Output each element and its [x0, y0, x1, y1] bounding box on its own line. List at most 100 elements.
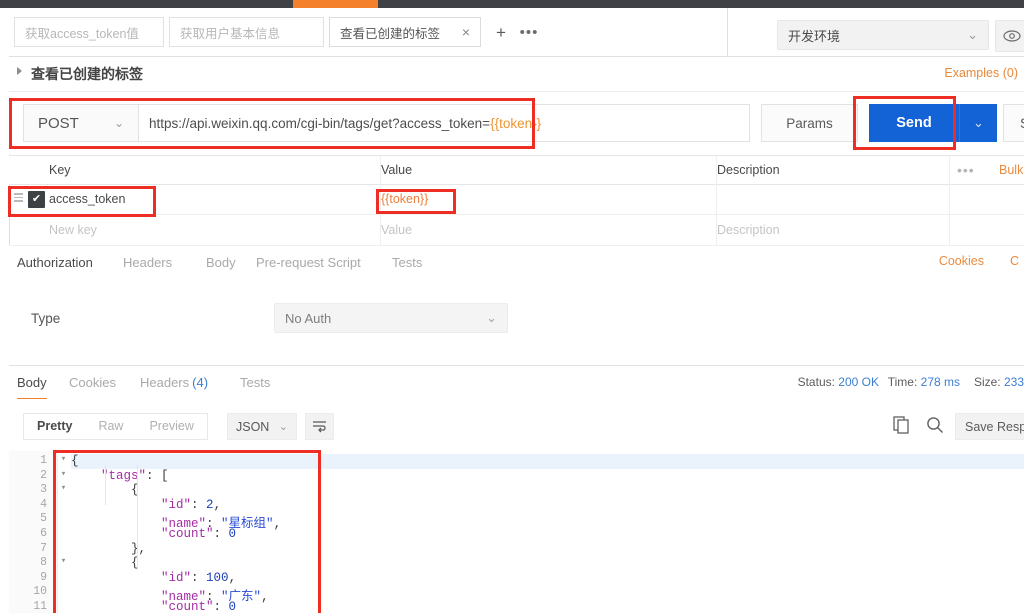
response-tab-cookies[interactable]: Cookies [69, 366, 116, 398]
search-button[interactable] [926, 416, 944, 437]
params-button[interactable]: Params [761, 104, 858, 142]
status-value: 200 OK [838, 375, 879, 389]
response-tab-tests-label: Tests [240, 374, 271, 390]
code-line: "count": 0 [161, 527, 237, 541]
copy-button[interactable] [893, 416, 910, 437]
save-response-button[interactable]: Save Respon [955, 413, 1024, 440]
line-number: 1 [40, 454, 47, 467]
row-checkbox[interactable]: ✔ [28, 191, 45, 208]
response-tab-headers[interactable]: Headers (4) [140, 366, 208, 398]
code-line: "id": 2, [161, 497, 222, 512]
response-body-code[interactable]: 1 2 3 4 5 6 7 8 9 10 11 ▾ ▾ ▾ ▾{ "tags": [ { "id": 2,… [9, 451, 1024, 613]
chevron-down-icon: ⌄ [486, 310, 497, 325]
response-body-toolbar: Pretty Raw Preview JSON ⌄ Save Res [9, 399, 1024, 451]
table-more-icon[interactable]: ••• [957, 162, 975, 178]
bulk-edit-link[interactable]: Bulk E [999, 163, 1024, 177]
tab-authorization[interactable]: Authorization [17, 246, 93, 280]
auth-type-label: Type [31, 311, 61, 326]
postman-window: 获取access_token值 获取用户基本信息 查看已创建的标签 × + ••… [0, 0, 1024, 613]
code-line: "id": 100, [161, 570, 237, 585]
response-tab-tests[interactable]: Tests [240, 366, 270, 398]
line-number: 3 [40, 483, 47, 497]
request-tab-2[interactable]: 查看已创建的标签 × [329, 17, 481, 47]
view-mode-pretty[interactable]: Pretty [24, 414, 85, 439]
response-tab-body[interactable]: Body [17, 366, 47, 400]
breadcrumb: 查看已创建的标签 Examples (0) [9, 57, 1024, 92]
column-header-value: Value [381, 163, 413, 177]
send-button[interactable]: Send [869, 104, 959, 142]
request-tab-1[interactable]: 获取用户基本信息 [169, 17, 324, 47]
request-tab-0-label: 获取access_token值 [25, 26, 139, 41]
request-section-tabs: Authorization Headers Body Pre-request S… [9, 246, 1024, 280]
word-wrap-icon [313, 421, 326, 433]
new-description-input[interactable]: Description [717, 223, 780, 237]
fold-arrow-icon[interactable]: ▾ [59, 454, 68, 464]
request-tab-bar: 获取access_token值 获取用户基本信息 查看已创建的标签 × + ••… [9, 8, 1024, 57]
param-key-value[interactable]: access_token [49, 192, 125, 206]
word-wrap-button[interactable] [305, 413, 334, 440]
close-icon[interactable]: × [454, 25, 470, 39]
status-badge: Status: 200 OK [798, 375, 879, 389]
examples-link[interactable]: Examples (0) [944, 66, 1018, 80]
request-url-row: POST ⌄ https://api.weixin.qq.com/cgi-bin… [9, 92, 1024, 154]
code-line: "name": "广东", [161, 590, 269, 605]
request-tab-0[interactable]: 获取access_token值 [14, 17, 164, 47]
size-label: Size: [973, 375, 1001, 389]
new-value-input[interactable]: Value [381, 223, 412, 237]
response-format-select[interactable]: JSON ⌄ [227, 413, 297, 440]
line-number-gutter: 1 2 3 4 5 6 7 8 9 10 11 [9, 451, 58, 613]
auth-type-select[interactable]: No Auth ⌄ [274, 303, 508, 333]
response-tab-cookies-label: Cookies [69, 374, 116, 390]
code-link[interactable]: C [1010, 254, 1019, 268]
status-label: Status: [797, 375, 835, 389]
more-options-icon[interactable]: ••• [515, 17, 543, 47]
table-row-new[interactable]: New key Value Description [9, 214, 1024, 246]
response-tab-headers-label: Headers [140, 374, 190, 390]
http-method-value: POST [38, 114, 79, 132]
add-tab-icon[interactable]: + [487, 17, 515, 49]
fold-arrow-icon[interactable]: ▾ [59, 483, 68, 493]
eye-icon [1003, 30, 1021, 42]
fold-arrow-icon[interactable]: ▾ [59, 556, 68, 566]
code-line: "count": 0 [161, 600, 237, 613]
headers-count-badge: (4) [192, 374, 209, 390]
code-line: "tags": [ [101, 468, 169, 483]
tab-tests[interactable]: Tests [392, 246, 422, 278]
table-row[interactable]: ✔ access_token {{token}} [9, 183, 1024, 215]
tab-body[interactable]: Body [206, 246, 236, 278]
environment-quick-look-button[interactable] [995, 20, 1024, 52]
indent-guide [105, 465, 106, 505]
drag-handle-icon[interactable] [14, 193, 23, 203]
params-table-header: Key Value Description ••• Bulk E [9, 155, 1024, 185]
search-icon [927, 417, 943, 433]
tab-headers[interactable]: Headers [123, 246, 172, 278]
environment-value: 开发环境 [788, 28, 841, 44]
code-line: { [71, 556, 139, 571]
code-line: }, [71, 541, 147, 556]
http-method-select[interactable]: POST ⌄ [23, 104, 138, 142]
active-tab-indicator [293, 0, 378, 8]
time-value: 278 ms [920, 375, 960, 389]
response-tab-body-label: Body [17, 374, 47, 390]
param-value-value[interactable]: {{token}} [381, 192, 428, 206]
url-input[interactable]: https://api.weixin.qq.com/cgi-bin/tags/g… [138, 104, 750, 142]
line-number: 9 [40, 570, 47, 584]
new-key-input[interactable]: New key [49, 223, 97, 237]
request-tab-1-label: 获取用户基本信息 [180, 26, 281, 41]
view-mode-group: Pretty Raw Preview [23, 413, 208, 440]
cookies-link[interactable]: Cookies [939, 254, 984, 268]
save-button[interactable]: Save [1003, 104, 1024, 142]
expand-arrow-icon[interactable] [17, 67, 22, 75]
send-options-icon[interactable]: ⌄ [959, 104, 997, 142]
tab-pre-request-script[interactable]: Pre-request Script [256, 246, 361, 278]
line-number: 7 [40, 541, 47, 555]
view-mode-preview[interactable]: Preview [136, 414, 206, 439]
environment-select[interactable]: 开发环境 ⌄ [777, 20, 989, 50]
response-format-value: JSON [236, 419, 270, 434]
view-mode-raw[interactable]: Raw [85, 414, 136, 439]
chevron-down-icon: ⌄ [113, 116, 124, 130]
line-number: 5 [40, 512, 47, 526]
fold-arrow-icon[interactable]: ▾ [59, 469, 68, 479]
code-line: { [71, 454, 1024, 469]
time-label: Time: [887, 375, 918, 389]
